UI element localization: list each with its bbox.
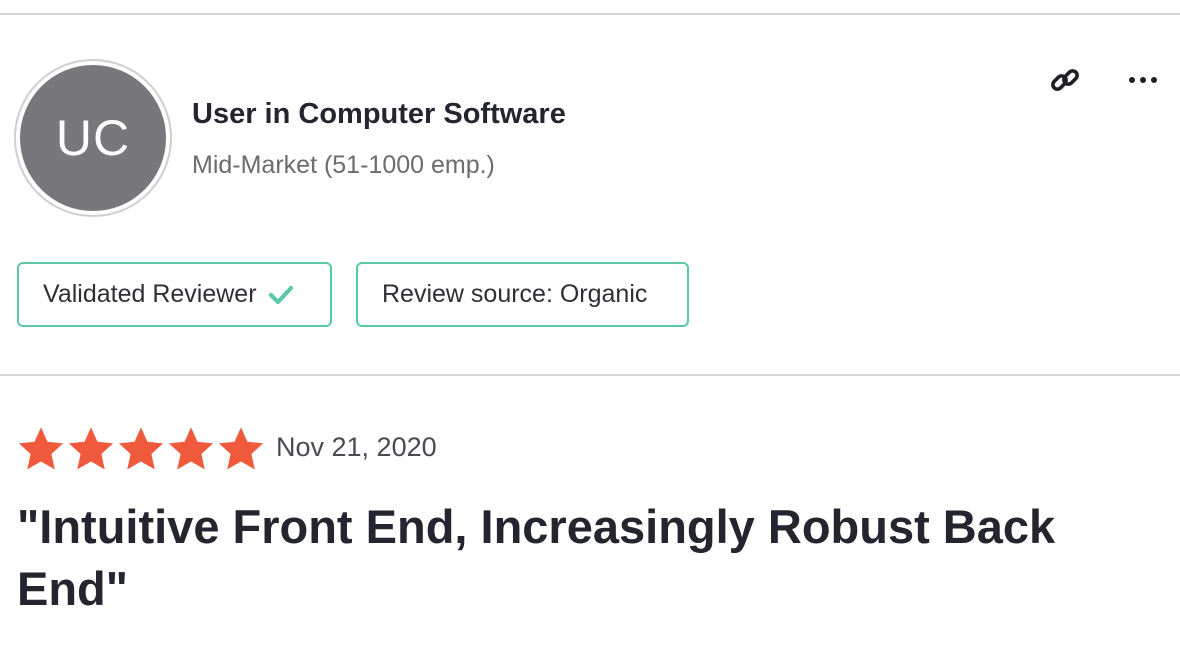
avatar: UC bbox=[14, 59, 172, 217]
top-divider bbox=[0, 13, 1180, 15]
review-card: UC User in Computer Software Mid-Market … bbox=[0, 0, 1180, 664]
star-icon bbox=[68, 427, 114, 470]
star-icon bbox=[168, 427, 214, 470]
checkmark-icon bbox=[268, 285, 293, 304]
section-divider bbox=[0, 374, 1180, 376]
review-date: Nov 21, 2020 bbox=[276, 432, 437, 462]
reviewer-segment: Mid-Market (51-1000 emp.) bbox=[192, 151, 495, 179]
validated-reviewer-label: Validated Reviewer bbox=[43, 280, 257, 308]
review-title: "Intuitive Front End, Increasingly Robus… bbox=[17, 500, 1056, 615]
validated-reviewer-badge[interactable]: Validated Reviewer bbox=[17, 262, 332, 327]
more-options-icon[interactable] bbox=[1126, 64, 1160, 94]
star-rating bbox=[16, 424, 266, 474]
link-icon[interactable] bbox=[1048, 63, 1082, 97]
star-icon bbox=[218, 427, 264, 470]
reviewer-name: User in Computer Software bbox=[192, 98, 566, 130]
avatar-initials: UC bbox=[20, 65, 166, 211]
star-icon bbox=[118, 427, 164, 470]
review-source-badge[interactable]: Review source: Organic bbox=[356, 262, 689, 327]
star-icon bbox=[18, 427, 64, 470]
review-source-label: Review source: Organic bbox=[382, 280, 648, 308]
